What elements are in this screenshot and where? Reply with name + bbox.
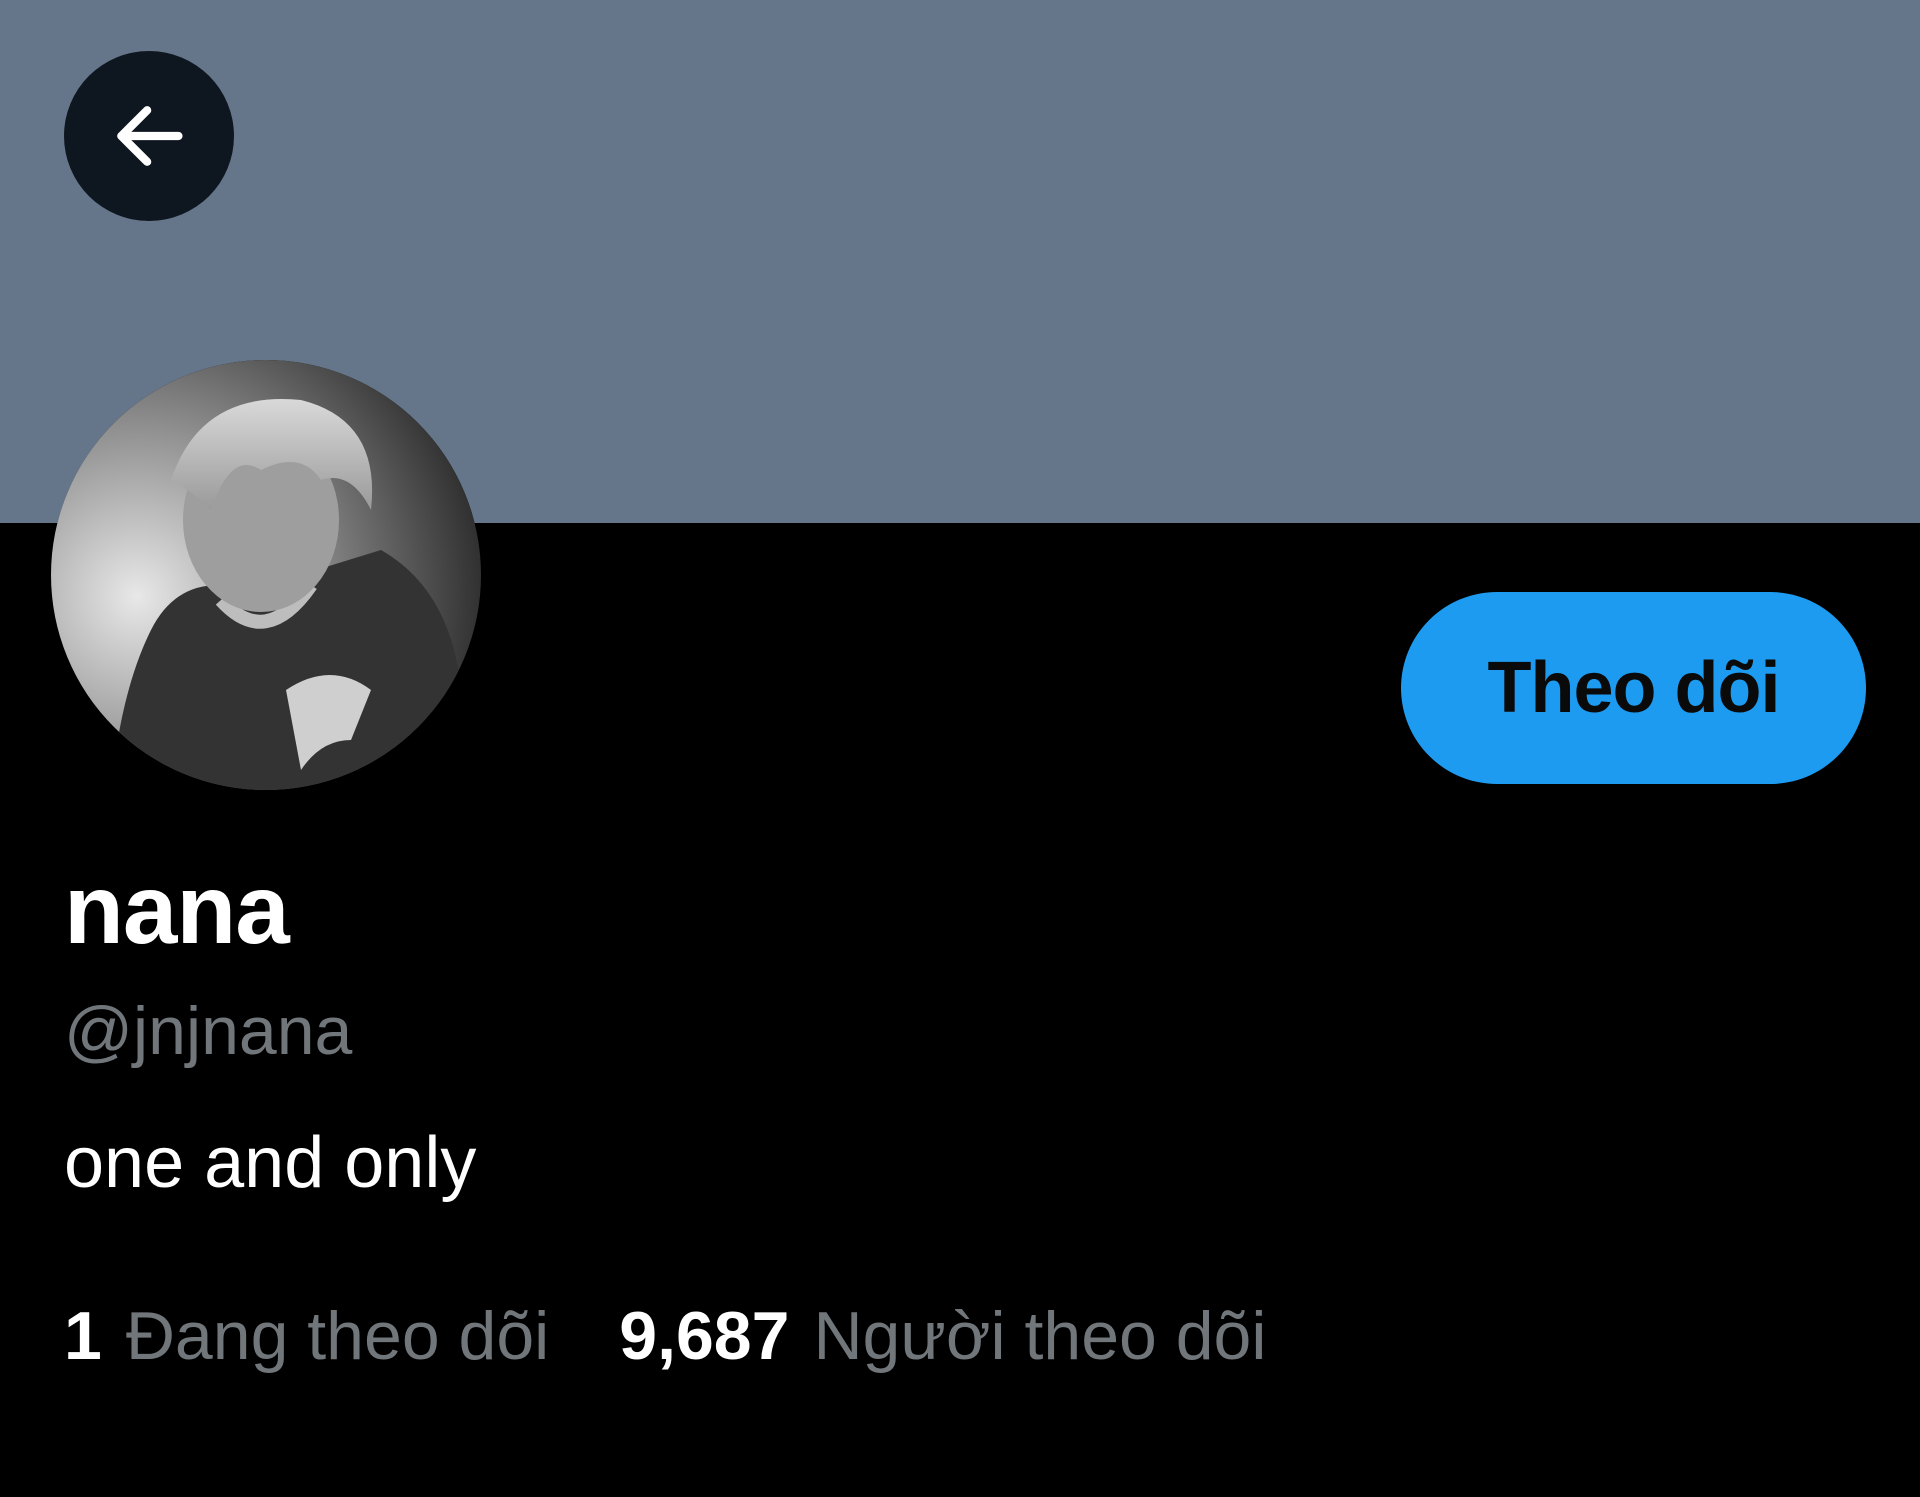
profile-bio: one and only (64, 1123, 477, 1203)
avatar-image (51, 360, 481, 790)
following-stat[interactable]: 1 Đang theo dõi (64, 1302, 549, 1370)
follow-button[interactable]: Theo dõi (1401, 592, 1866, 784)
user-handle: @jnjnana (64, 993, 353, 1069)
profile-page: Theo dõi nana @jnjnana one and only 1 Đa… (0, 0, 1920, 1497)
followers-stat[interactable]: 9,687 Người theo dõi (619, 1302, 1266, 1370)
display-name: nana (64, 854, 290, 964)
arrow-left-icon (117, 106, 183, 166)
followers-label: Người theo dõi (813, 1298, 1267, 1374)
avatar[interactable] (51, 360, 481, 790)
back-button[interactable] (64, 51, 234, 221)
follow-stats: 1 Đang theo dõi 9,687 Người theo dõi (64, 1302, 1266, 1370)
followers-count: 9,687 (619, 1298, 790, 1374)
following-label: Đang theo dõi (125, 1298, 550, 1374)
following-count: 1 (64, 1298, 102, 1374)
